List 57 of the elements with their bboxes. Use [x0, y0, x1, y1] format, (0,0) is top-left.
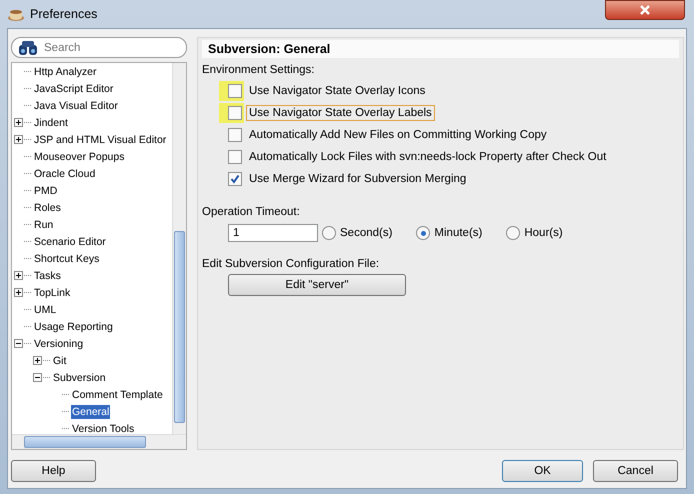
tree-item[interactable]: Git [52, 354, 68, 368]
checkbox-label[interactable]: Use Navigator State Overlay Labels [246, 105, 435, 121]
tree-item[interactable]: TopLink [33, 286, 72, 300]
tree-item[interactable]: JSP and HTML Visual Editor [33, 132, 168, 146]
ok-button[interactable]: OK [502, 460, 583, 482]
expander-icon[interactable] [14, 339, 23, 348]
timeout-field[interactable]: 1 [228, 224, 318, 242]
expander-icon[interactable] [14, 288, 23, 297]
checkbox[interactable] [228, 150, 242, 164]
tree-item[interactable]: General [71, 404, 110, 418]
checkbox-label[interactable]: Automatically Add New Files on Committing Working Copy [246, 127, 550, 143]
expander-icon[interactable] [14, 135, 23, 144]
tree-item[interactable]: Scenario Editor [33, 234, 107, 248]
help-button[interactable]: Help [11, 460, 96, 482]
tree-item[interactable]: Tasks [33, 268, 62, 282]
checkbox[interactable] [228, 172, 242, 186]
tree-item[interactable]: Version Tools [71, 422, 136, 436]
tree-item[interactable]: Versioning [33, 336, 84, 350]
tree-item[interactable]: Http Analyzer [33, 64, 98, 78]
checkbox-label[interactable]: Use Navigator State Overlay Icons [246, 83, 428, 99]
radio-option[interactable]: Minute(s) [416, 226, 482, 240]
expander-icon[interactable] [33, 373, 42, 382]
expander-icon[interactable] [33, 356, 42, 365]
close-icon [639, 4, 651, 16]
tree-item[interactable]: Mouseover Popups [33, 150, 126, 164]
tree-item[interactable]: Comment Template [71, 388, 164, 402]
checkbox[interactable] [228, 84, 242, 98]
tree-item[interactable]: UML [33, 302, 58, 316]
section-label: Edit Subversion Configuration File: [202, 258, 380, 270]
tree-item[interactable]: Usage Reporting [33, 320, 114, 334]
tree-item[interactable]: Shortcut Keys [33, 252, 100, 266]
checkbox[interactable] [228, 106, 242, 120]
checkbox[interactable] [228, 128, 242, 142]
checkbox-label[interactable]: Use Merge Wizard for Subversion Merging [246, 171, 470, 187]
panel-title: Subversion: General [202, 40, 679, 58]
radio-option[interactable]: Second(s) [322, 226, 392, 240]
tree-item[interactable]: Oracle Cloud [33, 166, 96, 180]
edit-config-button[interactable]: Edit "server" [228, 274, 406, 296]
expander-icon[interactable] [14, 118, 23, 127]
horizontal-scrollbar[interactable] [12, 434, 186, 449]
tree-item[interactable]: Java Visual Editor [33, 98, 119, 112]
tree-item[interactable]: Roles [33, 200, 62, 214]
section-label: Operation Timeout: [202, 206, 301, 218]
tree-item[interactable]: PMD [33, 184, 58, 198]
expander-icon[interactable] [14, 271, 23, 280]
radio-option[interactable]: Hour(s) [506, 226, 563, 240]
tree-item[interactable]: Jindent [33, 116, 69, 130]
tree-item[interactable]: Subversion [52, 370, 107, 384]
checkbox-label[interactable]: Automatically Lock Files with svn:needs-lock Property after Check Out [246, 149, 610, 165]
search-field[interactable]: Search [11, 37, 187, 58]
vertical-scrollbar[interactable] [172, 63, 186, 435]
tree-item[interactable]: Run [33, 218, 54, 232]
close-button[interactable] [605, 0, 685, 20]
cancel-button[interactable]: Cancel [593, 460, 678, 482]
tree-item[interactable]: JavaScript Editor [33, 82, 114, 96]
section-label: Environment Settings: [202, 64, 316, 76]
window-title: Preferences [30, 7, 98, 21]
